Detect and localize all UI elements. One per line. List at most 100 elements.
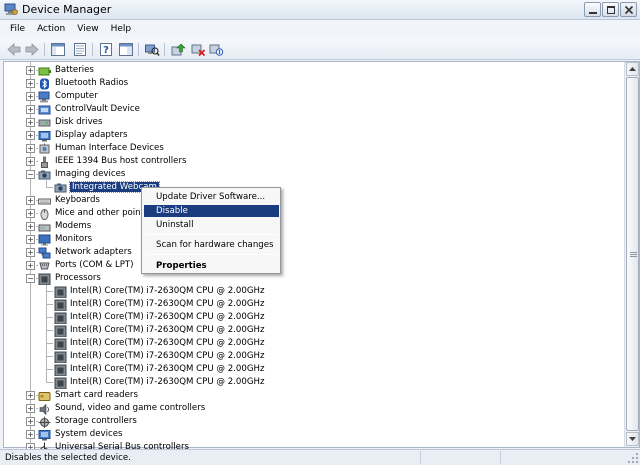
keyboard-icon: [38, 198, 51, 204]
monitor-icon: [38, 234, 51, 245]
menu-item-disable[interactable]: Disable: [144, 205, 279, 217]
expand-toggle[interactable]: +: [26, 131, 35, 140]
tree-category-item[interactable]: Ports (COM & LPT): [55, 259, 134, 272]
tree-item-label: Computer: [55, 91, 98, 101]
expand-toggle[interactable]: +: [26, 196, 35, 205]
expand-toggle[interactable]: +: [26, 430, 35, 439]
toolbar: ?: [0, 39, 640, 60]
expand-toggle[interactable]: +: [26, 209, 35, 218]
expand-toggle[interactable]: +: [26, 105, 35, 114]
tree-category-item[interactable]: ControlVault Device: [55, 103, 140, 116]
tree-category-item[interactable]: Sound, video and game controllers: [55, 402, 205, 415]
expand-toggle[interactable]: +: [26, 261, 35, 270]
expand-toggle[interactable]: +: [26, 222, 35, 231]
forward-icon[interactable]: [24, 42, 40, 57]
expand-toggle[interactable]: +: [26, 79, 35, 88]
expand-toggle[interactable]: +: [26, 118, 35, 127]
tree-item-label: Intel(R) Core(TM) i7-2630QM CPU @ 2.00GH…: [70, 299, 265, 309]
toolbar-separator: [138, 43, 139, 56]
menu-item-update-driver[interactable]: Update Driver Software...: [144, 191, 279, 203]
system-icon: [38, 429, 51, 440]
tree-device-item[interactable]: Intel(R) Core(TM) i7-2630QM CPU @ 2.00GH…: [70, 363, 264, 376]
scroll-up-icon: [629, 67, 636, 71]
expand-toggle[interactable]: +: [26, 235, 35, 244]
tree-connector: [46, 343, 53, 344]
menu-file[interactable]: File: [4, 20, 31, 39]
maximize-button[interactable]: [602, 2, 619, 17]
tree-device-item[interactable]: Intel(R) Core(TM) i7-2630QM CPU @ 2.00GH…: [70, 311, 264, 324]
tree-category-item[interactable]: Smart card readers: [55, 389, 138, 402]
tree-device-item[interactable]: Intel(R) Core(TM) i7-2630QM CPU @ 2.00GH…: [70, 285, 264, 298]
tree-item-label: Smart card readers: [55, 390, 138, 400]
properties-icon[interactable]: [72, 42, 88, 57]
tree-device-item[interactable]: Intel(R) Core(TM) i7-2630QM CPU @ 2.00GH…: [70, 350, 264, 363]
expand-toggle[interactable]: +: [26, 66, 35, 75]
tree-category-item[interactable]: Monitors: [55, 233, 92, 246]
resize-grip-icon[interactable]: [628, 453, 639, 464]
scroll-thumb[interactable]: [626, 77, 639, 431]
menu-view[interactable]: View: [71, 20, 104, 39]
tree-item-label: Intel(R) Core(TM) i7-2630QM CPU @ 2.00GH…: [70, 377, 265, 387]
expand-toggle[interactable]: +: [26, 92, 35, 101]
tree-device-item[interactable]: Intel(R) Core(TM) i7-2630QM CPU @ 2.00GH…: [70, 337, 264, 350]
tree-category-item[interactable]: Imaging devices: [55, 168, 125, 181]
tree-category-item[interactable]: IEEE 1394 Bus host controllers: [55, 155, 186, 168]
collapse-toggle[interactable]: −: [26, 274, 35, 283]
tree-category-item[interactable]: Computer: [55, 90, 98, 103]
tree-category-item[interactable]: Human Interface Devices: [55, 142, 164, 155]
expand-toggle[interactable]: +: [26, 404, 35, 413]
expand-toggle[interactable]: +: [26, 144, 35, 153]
close-icon: [624, 5, 634, 15]
tree-category-item[interactable]: Modems: [55, 220, 91, 233]
tree-item-label: Intel(R) Core(TM) i7-2630QM CPU @ 2.00GH…: [70, 286, 265, 296]
action-pane-icon[interactable]: [118, 42, 134, 57]
close-button[interactable]: [620, 2, 637, 17]
context-menu: Update Driver Software... Disable Uninst…: [141, 187, 281, 274]
tree-category-item[interactable]: Bluetooth Radios: [55, 77, 128, 90]
expand-toggle[interactable]: +: [26, 417, 35, 426]
tree-item-label: Intel(R) Core(TM) i7-2630QM CPU @ 2.00GH…: [70, 312, 265, 322]
device-tree[interactable]: + Batteries + Bluetooth Radios + Computer + Con…: [3, 61, 640, 454]
vertical-scrollbar[interactable]: [624, 62, 639, 447]
tree-category-item[interactable]: Mice and other pointin: [55, 207, 152, 220]
tree-category-item[interactable]: Batteries: [55, 64, 94, 77]
tree-category-item[interactable]: Keyboards: [55, 194, 100, 207]
menu-action[interactable]: Action: [31, 20, 71, 39]
tree-category-item[interactable]: Storage controllers: [55, 415, 137, 428]
show-hide-console-tree-icon[interactable]: [50, 42, 66, 57]
disable-icon[interactable]: [208, 42, 224, 57]
expand-toggle[interactable]: +: [26, 157, 35, 166]
expand-toggle[interactable]: +: [26, 391, 35, 400]
tree-category-item[interactable]: Processors: [55, 272, 101, 285]
expand-toggle[interactable]: +: [26, 248, 35, 257]
update-driver-icon[interactable]: [170, 42, 186, 57]
webcam-icon: [54, 183, 67, 192]
processor-icon: [38, 273, 51, 285]
scroll-grip-line: [630, 252, 637, 253]
tree-category-item[interactable]: Display adapters: [55, 129, 128, 142]
menu-item-properties[interactable]: Properties: [144, 260, 279, 272]
menu-item-scan-hardware[interactable]: Scan for hardware changes: [144, 239, 279, 251]
help-icon[interactable]: ?: [98, 42, 114, 57]
menu-item-uninstall[interactable]: Uninstall: [144, 219, 279, 231]
scroll-down-button[interactable]: [626, 432, 639, 446]
scan-hardware-icon[interactable]: [144, 42, 160, 57]
tree-item-label: Network adapters: [55, 247, 132, 257]
minimize-button[interactable]: [584, 2, 601, 17]
tree-category-item[interactable]: Network adapters: [55, 246, 132, 259]
cpu-icon: [54, 364, 67, 376]
collapse-toggle[interactable]: −: [26, 170, 35, 179]
menu-help[interactable]: Help: [105, 20, 138, 39]
back-icon[interactable]: [6, 42, 22, 57]
tree-category-item[interactable]: Disk drives: [55, 116, 102, 129]
tree-device-item[interactable]: Intel(R) Core(TM) i7-2630QM CPU @ 2.00GH…: [70, 324, 264, 337]
title-bar[interactable]: Device Manager: [0, 0, 640, 20]
menu-bar: File Action View Help: [0, 20, 640, 39]
tree-category-item[interactable]: System devices: [55, 428, 122, 441]
tree-device-item[interactable]: Intel(R) Core(TM) i7-2630QM CPU @ 2.00GH…: [70, 298, 264, 311]
uninstall-icon[interactable]: [190, 42, 206, 57]
scroll-up-button[interactable]: [626, 62, 639, 76]
tree-device-item[interactable]: Intel(R) Core(TM) i7-2630QM CPU @ 2.00GH…: [70, 376, 264, 389]
tree-item-label: Intel(R) Core(TM) i7-2630QM CPU @ 2.00GH…: [70, 364, 265, 374]
toolbar-separator: [164, 43, 165, 56]
